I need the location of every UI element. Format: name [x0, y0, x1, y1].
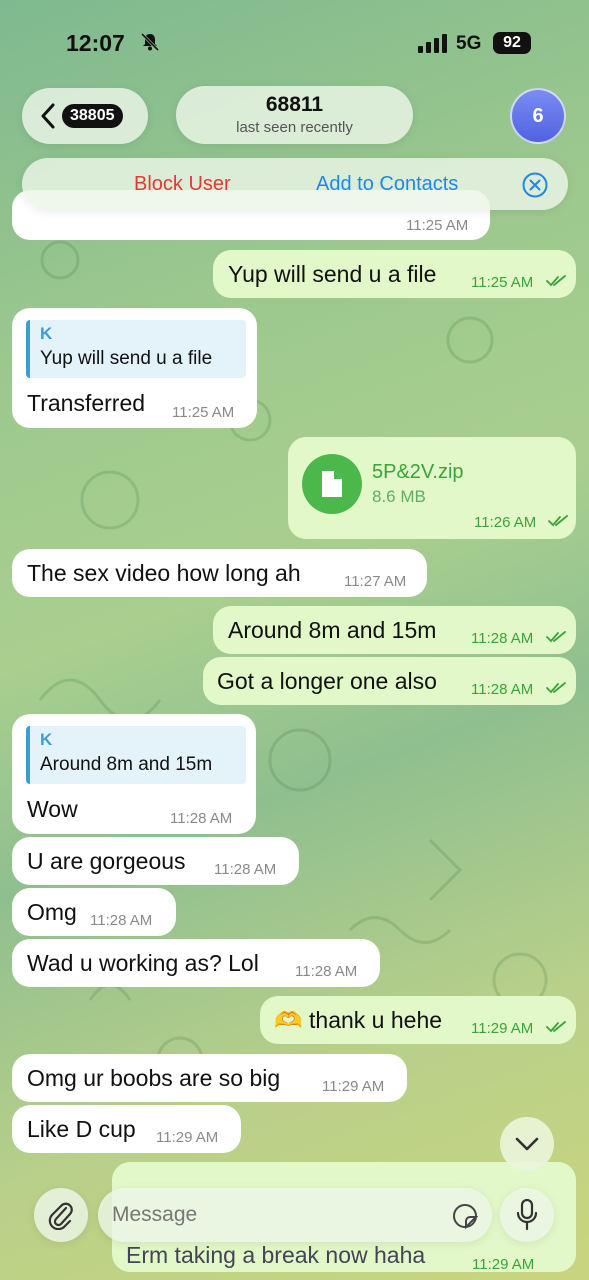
message-bubble-incoming[interactable]: Wad u working as? Lol 11:28 AM: [12, 939, 380, 987]
microphone-button[interactable]: [500, 1188, 554, 1242]
contact-action-bar: Block User Add to Contacts: [22, 158, 568, 210]
message-bubble-outgoing[interactable]: Got a longer one also 11:28 AM: [203, 657, 576, 705]
message-time: 11:29 AM: [471, 1020, 534, 1037]
file-download-button[interactable]: [302, 454, 362, 514]
file-message-bubble[interactable]: 5P&2V.zip 8.6 MB 11:26 AM: [288, 437, 576, 539]
message-bubble-outgoing[interactable]: Yup will send u a file 11:25 AM: [213, 250, 576, 298]
message-time: 11:28 AM: [90, 912, 153, 929]
reply-quote[interactable]: K Yup will send u a file: [26, 320, 246, 378]
unread-count-badge: 38805: [62, 104, 123, 128]
message-bubble-outgoing[interactable]: Around 8m and 15m 11:28 AM: [213, 606, 576, 654]
message-time: 11:28 AM: [170, 810, 233, 827]
read-ticks-icon: [548, 515, 568, 527]
message-time: 11:29 AM: [156, 1129, 219, 1146]
message-bubble-incoming[interactable]: The sex video how long ah 11:27 AM: [12, 549, 427, 597]
reply-sender: K: [40, 324, 53, 343]
read-ticks-icon: [546, 275, 566, 287]
message-text: Erm taking a break now haha: [126, 1242, 426, 1268]
message-time: 11:27 AM: [344, 573, 407, 590]
message-time: 11:25 AM: [406, 217, 469, 234]
message-time: 11:26 AM: [474, 514, 537, 531]
last-seen-status: last seen recently: [236, 119, 353, 136]
close-icon[interactable]: [522, 172, 548, 198]
signal-icon: [418, 34, 447, 53]
file-icon: [322, 471, 342, 497]
message-time: 11:25 AM: [471, 274, 534, 291]
message-text: The sex video how long ah: [27, 560, 301, 586]
message-bubble-incoming[interactable]: K Around 8m and 15m Wow 11:28 AM: [12, 714, 256, 834]
message-bubble-incoming[interactable]: Omg ur boobs are so big 11:29 AM: [12, 1054, 407, 1102]
message-text: 🫶 thank u hehe: [274, 1007, 443, 1033]
scroll-to-bottom-button[interactable]: [500, 1117, 554, 1171]
message-text: U are gorgeous: [27, 848, 186, 874]
message-bubble-incoming[interactable]: Omg 11:28 AM: [12, 888, 176, 936]
block-user-button[interactable]: Block User: [134, 173, 231, 196]
message-bubble-incoming[interactable]: U are gorgeous 11:28 AM: [12, 837, 299, 885]
message-text: Yup will send u a file: [228, 261, 437, 287]
message-text: Got a longer one also: [217, 668, 437, 694]
bell-muted-icon: [140, 32, 160, 52]
back-button[interactable]: 38805: [22, 88, 148, 144]
avatar[interactable]: 6: [510, 88, 566, 144]
paperclip-icon: [48, 1202, 73, 1230]
attach-button[interactable]: [34, 1188, 88, 1242]
file-size: 8.6 MB: [372, 487, 426, 506]
network-label: 5G: [456, 33, 482, 54]
battery-indicator: 92: [493, 32, 531, 54]
chat-screen: 12:07 5G 92 38805 68811 last seen recent…: [0, 0, 589, 1280]
message-text: Like D cup: [27, 1116, 136, 1142]
message-bubble-outgoing[interactable]: 🫶 thank u hehe 11:29 AM: [260, 996, 576, 1044]
sticker-icon[interactable]: [452, 1203, 478, 1229]
message-text: Around 8m and 15m: [228, 617, 437, 643]
message-bubble-incoming[interactable]: K Yup will send u a file Transferred 11:…: [12, 308, 257, 428]
message-time: 11:29 AM: [472, 1256, 535, 1273]
message-time: 11:28 AM: [295, 963, 358, 980]
chevron-down-icon: [515, 1137, 539, 1151]
message-text: Omg ur boobs are so big: [27, 1065, 281, 1091]
contact-name: 68811: [265, 93, 324, 116]
message-time: 11:28 AM: [214, 861, 277, 878]
message-time: 11:28 AM: [471, 681, 534, 698]
reply-text: Around 8m and 15m: [40, 754, 213, 775]
file-name: 5P&2V.zip: [372, 461, 464, 483]
message-text: Wad u working as? Lol: [27, 950, 259, 976]
reply-text: Yup will send u a file: [40, 348, 213, 369]
message-text: Wow: [27, 796, 78, 822]
message-time: 11:29 AM: [322, 1078, 385, 1095]
message-input[interactable]: Message: [98, 1188, 492, 1242]
message-placeholder: Message: [112, 1203, 198, 1226]
message-bubble-incoming[interactable]: Like D cup 11:29 AM: [12, 1105, 241, 1153]
message-time: 11:25 AM: [172, 404, 235, 421]
read-ticks-icon: [546, 631, 566, 643]
message-time: 11:28 AM: [471, 630, 534, 647]
chevron-left-icon: [41, 103, 55, 129]
reply-quote[interactable]: K Around 8m and 15m: [26, 726, 246, 784]
read-ticks-icon: [546, 682, 566, 694]
reply-sender: K: [40, 730, 53, 749]
read-ticks-icon: [546, 1021, 566, 1033]
status-time: 12:07: [66, 30, 125, 56]
add-to-contacts-button[interactable]: Add to Contacts: [316, 173, 458, 196]
message-text: Transferred: [27, 390, 146, 416]
chat-title[interactable]: 68811 last seen recently: [176, 86, 413, 144]
microphone-icon: [516, 1199, 538, 1231]
message-text: Omg: [27, 899, 77, 925]
